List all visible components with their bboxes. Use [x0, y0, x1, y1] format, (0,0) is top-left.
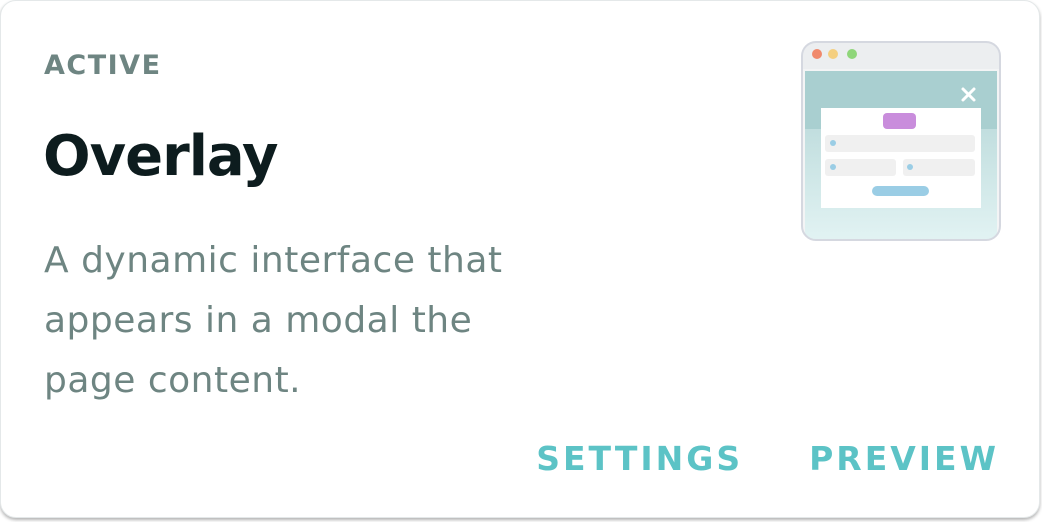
overlay-card: ACTIVE Overlay A dynamic interface that …	[0, 0, 1040, 518]
card-description: A dynamic interface that appears in a mo…	[44, 240, 503, 401]
status-label: ACTIVE	[44, 50, 162, 81]
modal-button-icon	[883, 113, 916, 129]
card-title: Overlay	[43, 124, 278, 189]
window-close-dot-icon	[812, 49, 822, 59]
window-maximize-dot-icon	[847, 49, 857, 59]
modal-submit-icon	[872, 186, 929, 196]
overlay-modal-illustration-icon	[801, 41, 1001, 241]
preview-button[interactable]: PREVIEW	[809, 437, 999, 481]
window-minimize-dot-icon	[828, 49, 838, 59]
settings-button[interactable]: SETTINGS	[536, 437, 743, 481]
card-actions: SETTINGS PREVIEW	[536, 437, 999, 481]
